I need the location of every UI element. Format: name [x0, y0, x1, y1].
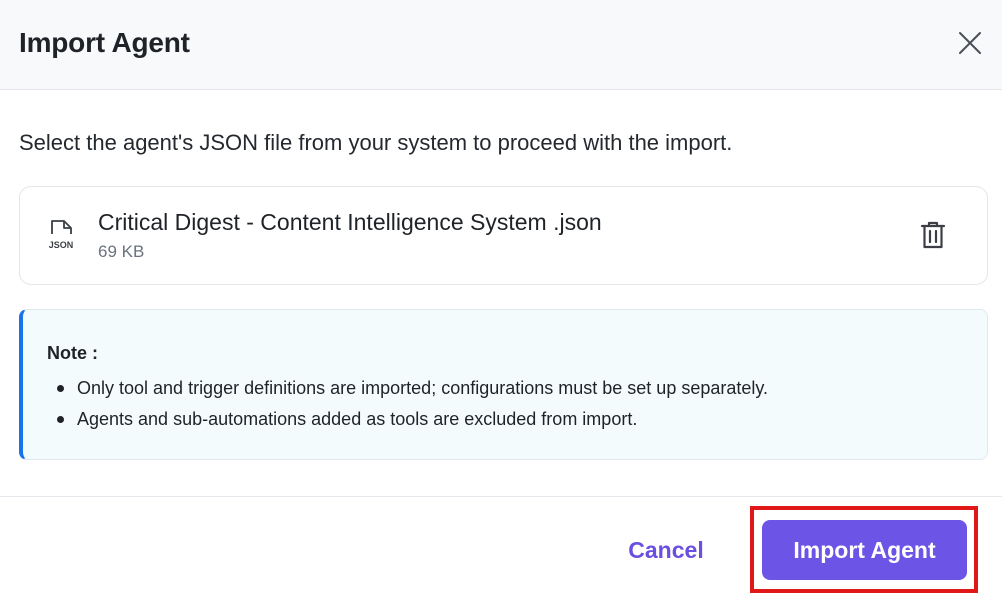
footer-divider: [0, 496, 1002, 497]
dialog-title: Import Agent: [19, 27, 190, 58]
import-agent-dialog: Import Agent Select the agent's JSON fil…: [0, 0, 1002, 602]
dialog-header: Import Agent: [0, 0, 1002, 90]
close-button[interactable]: [954, 27, 986, 59]
json-file-icon: JSON: [49, 220, 74, 250]
dialog-description: Select the agent's JSON file from your s…: [19, 130, 733, 155]
note-list: Only tool and trigger definitions are im…: [57, 376, 768, 438]
delete-file-button[interactable]: [916, 217, 950, 253]
close-icon: [959, 32, 981, 54]
cancel-button[interactable]: Cancel: [606, 520, 726, 580]
note-item: Only tool and trigger definitions are im…: [57, 376, 768, 407]
import-note: Note : Only tool and trigger definitions…: [19, 309, 988, 460]
json-file-icon-label: JSON: [49, 240, 74, 250]
selected-file-card: JSON Critical Digest - Content Intellige…: [19, 186, 988, 285]
file-size: 69 KB: [98, 242, 145, 261]
import-agent-button[interactable]: Import Agent: [762, 520, 967, 580]
note-item: Agents and sub-automations added as tool…: [57, 407, 768, 438]
trash-icon: [920, 221, 946, 249]
file-name: Critical Digest - Content Intelligence S…: [98, 209, 602, 235]
note-title: Note :: [47, 343, 98, 363]
